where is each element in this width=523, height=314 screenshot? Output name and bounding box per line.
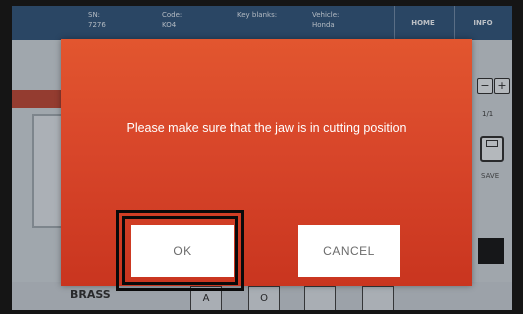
device-bezel: SN: 7276 Code: KO4 Key blanks: Vehicle: … — [0, 0, 523, 314]
touch-screen: SN: 7276 Code: KO4 Key blanks: Vehicle: … — [12, 6, 512, 310]
dialog-message: Please make sure that the jaw is in cutt… — [126, 121, 407, 135]
cancel-button[interactable]: CANCEL — [298, 225, 400, 277]
highlight-box-inner — [122, 216, 238, 285]
